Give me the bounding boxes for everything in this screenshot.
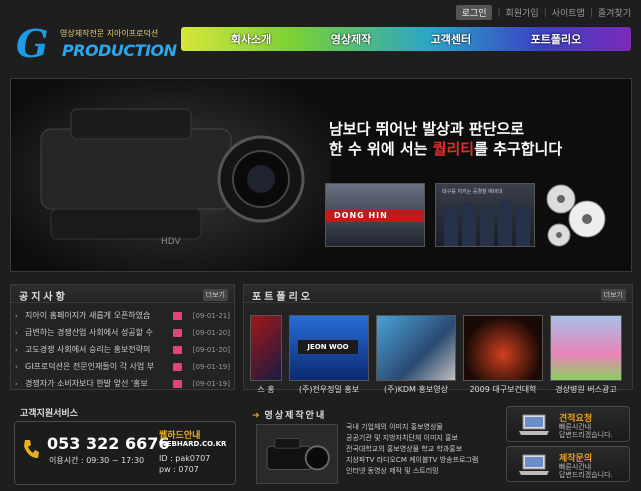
bullet-icon: › xyxy=(15,345,18,354)
person-figure xyxy=(462,202,476,246)
button-subtitle: 빠른시간내 답변드리겠습니다. xyxy=(559,423,613,439)
hero-line-2: 한 수 위에 서는 퀄리티를 추구합니다 xyxy=(329,140,563,158)
hero-thumbnail-1[interactable]: DONG HIN xyxy=(325,183,425,247)
nav-item-production[interactable]: 영상제작 xyxy=(331,31,371,47)
guide-line: 공공기관 및 지방자치단체 이미지 홍보 xyxy=(346,434,458,442)
portfolio-item[interactable]: (주)KDM 홍보영상 xyxy=(376,315,456,395)
divider: | xyxy=(497,7,501,18)
portfolio-thumbnail xyxy=(250,315,282,381)
portfolio-label: 경상병원 버스광고 xyxy=(555,385,617,394)
hero-banner: HDV 남보다 뛰어난 발상과 판단으로 한 수 위에 서는 퀄리티를 추구합니… xyxy=(10,78,632,272)
list-item[interactable]: › 지아이 홈페이지가 새롭게 오픈하였습 [09-01-21] xyxy=(15,307,230,324)
nav-item-company[interactable]: 회사소개 xyxy=(231,31,271,47)
webhard-url[interactable]: WEBHARD.CO.KR xyxy=(159,440,226,448)
bullet-icon: › xyxy=(15,379,18,388)
portfolio-label: 2009 대구보건대학 xyxy=(469,385,537,394)
hero-emphasis: 퀄리티 xyxy=(432,140,475,158)
list-item[interactable]: › GI프로덕션은 전문인재들이 각 사업 부 [09-01-19] xyxy=(15,358,230,375)
portfolio-thumbnail xyxy=(376,315,456,381)
quote-request-button[interactable]: 견적요청 빠른시간내 답변드리겠습니다. xyxy=(506,406,630,442)
phone-icon xyxy=(24,440,39,458)
production-guide-list: 국내 기업체의 이미지 홍보영상물 공공기관 및 지방자치단체 이미지 홍보 전… xyxy=(346,422,478,477)
bullet-icon: › xyxy=(15,328,18,337)
svg-text:HDV: HDV xyxy=(161,237,182,247)
login-link[interactable]: 로그인 xyxy=(455,5,493,20)
webhard-id: ID : pak0707 xyxy=(159,454,211,463)
portfolio-thumbnail xyxy=(550,315,622,381)
portfolio-item[interactable]: JEON WOO (주)전우정밀 홍보 xyxy=(289,315,369,395)
notice-header: 공지사항 더보기 xyxy=(11,285,234,303)
divider: | xyxy=(589,7,593,18)
nav-item-support[interactable]: 고객센터 xyxy=(431,31,471,47)
site-logo[interactable]: G 영상제작전문 지아이프로덕션 PRODUCTION xyxy=(14,21,177,66)
person-figure xyxy=(498,200,512,246)
person-figure xyxy=(444,206,458,246)
portfolio-item[interactable]: 2009 대구보건대학 xyxy=(463,315,543,395)
hero-line-1: 남보다 뛰어난 발상과 판단으로 xyxy=(329,120,525,138)
button-subtitle: 빠른시간내 답변드리겠습니다. xyxy=(559,463,613,479)
logo-tagline: 영상제작전문 지아이프로덕션 xyxy=(60,29,159,38)
portfolio-list: 스 홍 JEON WOO (주)전우정밀 홍보 (주)KDM 홍보영상 2009… xyxy=(250,315,622,395)
list-item[interactable]: › 급변하는 경쟁산업 사회에서 성공할 수 [09-01-20] xyxy=(15,324,230,341)
film-reel-icon xyxy=(546,184,606,247)
portfolio-more-button[interactable]: 더보기 xyxy=(600,289,626,301)
portfolio-label: 스 홍 xyxy=(257,385,275,394)
portfolio-header: 포트폴리오 더보기 xyxy=(244,285,632,303)
notice-more-button[interactable]: 더보기 xyxy=(202,289,228,301)
video-camera-image: HDV xyxy=(11,79,331,271)
portfolio-thumbnail xyxy=(463,315,543,381)
phone-number: 053 322 6676 xyxy=(47,434,170,453)
portfolio-label: (주)전우정밀 홍보 xyxy=(298,385,360,394)
hero-thumbnail-2[interactable]: 대구를 지키는 공경찰 예비대 xyxy=(435,183,535,247)
new-icon xyxy=(173,328,182,337)
notice-title: 공지사항 xyxy=(19,292,68,303)
thumbnail-label: DONG HIN xyxy=(334,211,388,220)
bullet-icon: › xyxy=(15,311,18,320)
customer-service-box: 053 322 6676 이용시간 : 09:30 ~ 17:30 웹하드안내 … xyxy=(14,421,236,485)
new-icon xyxy=(173,345,182,354)
production-inquiry-button[interactable]: 제작문의 빠른시간내 답변드리겠습니다. xyxy=(506,446,630,482)
person-figure xyxy=(516,206,530,246)
guide-line: 국내 기업체의 이미지 홍보영상물 xyxy=(346,423,443,431)
nav-item-portfolio[interactable]: 포트폴리오 xyxy=(531,31,582,47)
arrow-icon: ➜ xyxy=(252,411,262,421)
main-nav: 회사소개 영상제작 고객센터 포트폴리오 xyxy=(181,27,631,51)
portfolio-label: (주)KDM 홍보영상 xyxy=(384,385,448,394)
divider: | xyxy=(543,7,547,18)
bullet-icon: › xyxy=(15,362,18,371)
business-hours: 이용시간 : 09:30 ~ 17:30 xyxy=(49,456,145,465)
portfolio-item[interactable]: 스 홍 xyxy=(250,315,282,395)
customer-service-title: 고객지원서비스 xyxy=(20,409,78,419)
laptop-icon xyxy=(519,454,549,475)
hero-headline: 남보다 뛰어난 발상과 판단으로 한 수 위에 서는 퀄리티를 추구합니다 xyxy=(329,119,562,159)
portfolio-panel: 포트폴리오 더보기 스 홍 JEON WOO (주)전우정밀 홍보 (주)KDM… xyxy=(243,284,633,394)
portfolio-title: 포트폴리오 xyxy=(252,292,313,303)
portfolio-item[interactable]: 경상병원 버스광고 xyxy=(550,315,622,395)
join-link[interactable]: 회원가입 xyxy=(506,6,539,19)
production-guide-title: ➜ 영상제작안내 xyxy=(252,411,327,421)
new-icon xyxy=(173,362,182,371)
sitemap-link[interactable]: 사이트맵 xyxy=(552,6,585,19)
laptop-icon xyxy=(519,414,549,435)
guide-line: 인터넷 동영상 제작 및 스트리밍 xyxy=(346,467,439,475)
guide-line: 전국대학교의 홍보영상물 학교 학과홍보 xyxy=(346,445,463,453)
thumbnail-caption: 대구를 지키는 공경찰 예비대 xyxy=(442,189,502,195)
list-item[interactable]: › 경쟁자가 소비자보다 한발 앞선 '홍보 [09-01-19] xyxy=(15,375,230,392)
webhard-password: pw : 0707 xyxy=(159,465,199,474)
guide-line: 지상파TV 라디오CM 케이블TV 방송프로그램 xyxy=(346,456,479,464)
new-icon xyxy=(173,379,182,388)
top-links: 로그인 | 회원가입 | 사이트맵 | 즐겨찾기 xyxy=(455,5,631,20)
notice-panel: 공지사항 더보기 › 지아이 홈페이지가 새롭게 오픈하였습 [09-01-21] … xyxy=(10,284,235,390)
portfolio-thumbnail: JEON WOO xyxy=(289,315,369,381)
favorite-link[interactable]: 즐겨찾기 xyxy=(598,6,631,19)
new-icon xyxy=(173,311,182,320)
logo-letter: G xyxy=(16,21,49,66)
logo-word: PRODUCTION xyxy=(62,41,177,60)
camera-thumbnail xyxy=(256,424,338,484)
list-item[interactable]: › 고도경쟁 사회에서 승리는 홍보전략의 [09-01-20] xyxy=(15,341,230,358)
person-figure xyxy=(480,206,494,246)
